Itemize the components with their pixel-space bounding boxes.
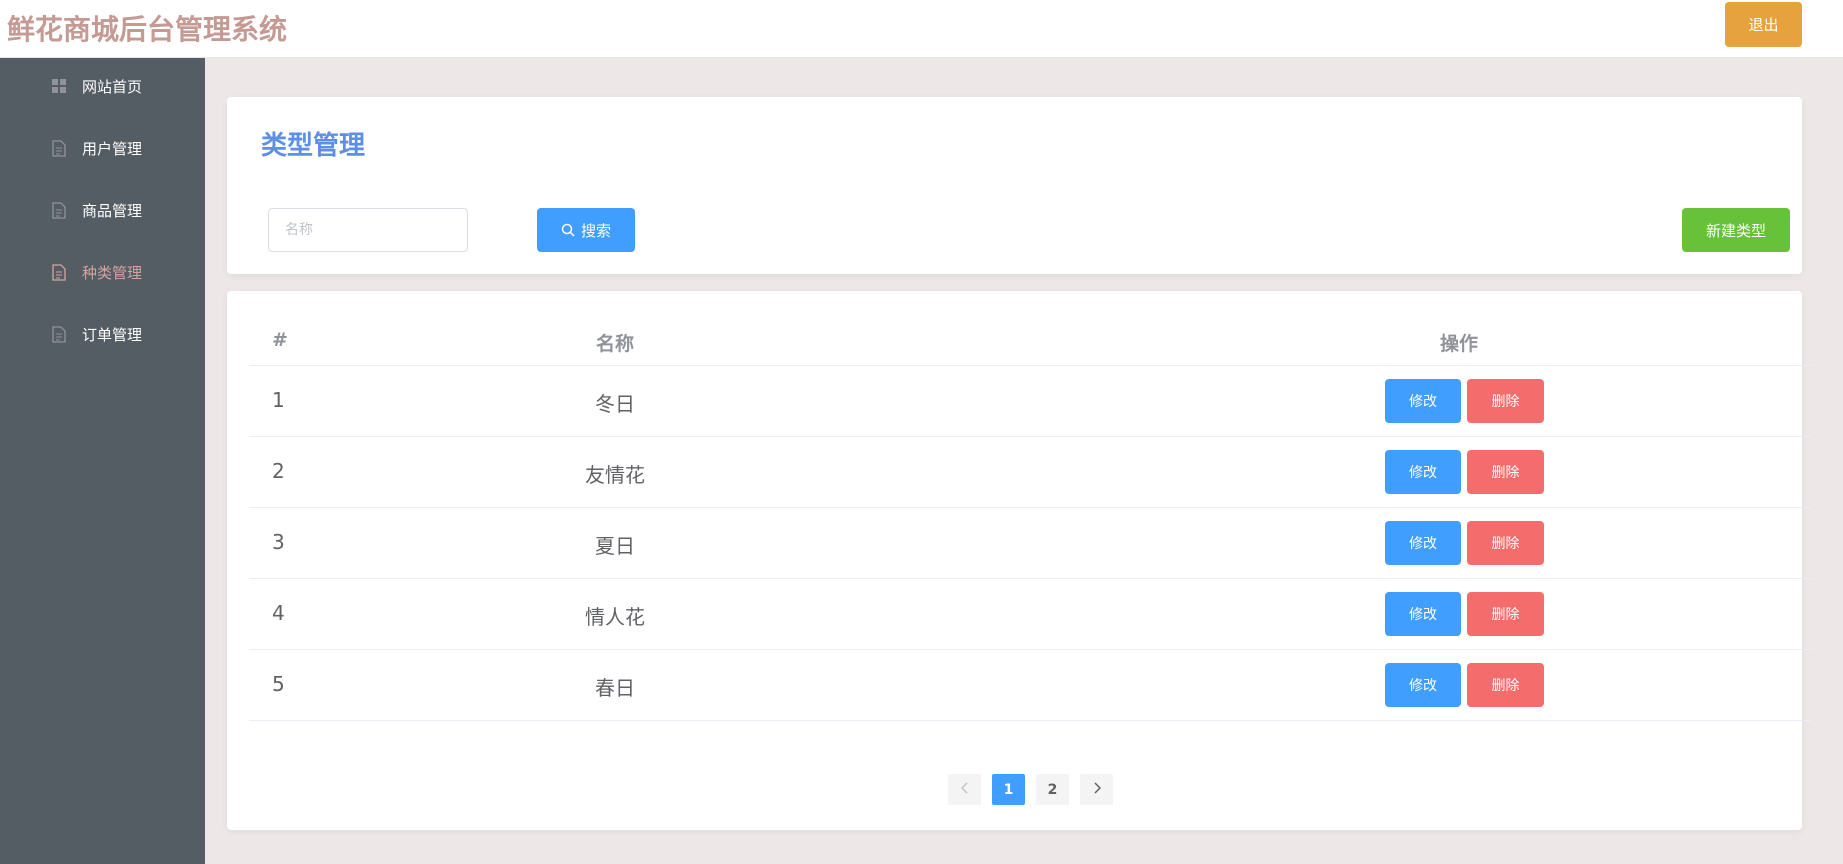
edit-button[interactable]: 修改: [1385, 663, 1461, 707]
sidebar-item-products[interactable]: 商品管理: [0, 182, 205, 238]
row-name: 情人花: [585, 605, 645, 629]
pagination: 1 2: [948, 774, 1124, 805]
page-number[interactable]: 2: [1036, 774, 1069, 805]
sidebar: 网站首页 用户管理 商品管理 种类管理 订单管理: [0, 58, 205, 864]
edit-button[interactable]: 修改: [1385, 521, 1461, 565]
row-index: 4: [272, 601, 285, 625]
table-row: 1 冬日 修改 删除: [249, 366, 1812, 437]
search-input[interactable]: [268, 208, 468, 252]
sidebar-item-home[interactable]: 网站首页: [0, 58, 205, 114]
delete-button[interactable]: 删除: [1467, 379, 1544, 423]
table-row: 4 情人花 修改 删除: [249, 579, 1812, 650]
sidebar-item-orders[interactable]: 订单管理: [0, 306, 205, 362]
app-title: 鲜花商城后台管理系统: [7, 13, 288, 46]
edit-button[interactable]: 修改: [1385, 592, 1461, 636]
prev-page-button[interactable]: [948, 774, 981, 805]
delete-button[interactable]: 删除: [1467, 521, 1544, 565]
logout-button[interactable]: 退出: [1725, 2, 1802, 47]
table-header: # 名称 操作: [249, 311, 1812, 366]
sidebar-item-label: 网站首页: [82, 77, 143, 96]
table-row: 2 友情花 修改 删除: [249, 437, 1812, 508]
row-index: 1: [272, 388, 285, 412]
row-name: 冬日: [595, 392, 635, 416]
row-index: 5: [272, 672, 285, 696]
page-title: 类型管理: [261, 131, 366, 161]
sidebar-item-users[interactable]: 用户管理: [0, 120, 205, 176]
document-icon: [50, 201, 68, 219]
page-number[interactable]: 1: [992, 774, 1025, 805]
column-header-name: 名称: [595, 333, 634, 355]
column-header-actions: 操作: [1439, 333, 1478, 355]
sidebar-item-categories[interactable]: 种类管理: [0, 244, 205, 300]
new-category-button[interactable]: 新建类型: [1682, 208, 1790, 252]
chevron-left-icon: [960, 781, 969, 798]
delete-button[interactable]: 删除: [1467, 592, 1544, 636]
document-icon: [50, 325, 68, 343]
row-index: 3: [272, 530, 285, 554]
table-card: # 名称 操作 1 冬日 修改 删除 2 友情花 修改 删除 3 夏日 修改 删…: [227, 291, 1812, 830]
delete-button[interactable]: 删除: [1467, 663, 1544, 707]
row-index: 2: [272, 459, 285, 483]
table-row: 5 春日 修改 删除: [249, 650, 1812, 721]
edit-button[interactable]: 修改: [1385, 379, 1461, 423]
chevron-right-icon: [1093, 781, 1101, 798]
search-icon: [561, 223, 575, 237]
document-icon: [50, 263, 68, 281]
sidebar-item-label: 用户管理: [82, 139, 143, 158]
sidebar-item-label: 种类管理: [82, 263, 143, 282]
document-icon: [50, 139, 68, 157]
row-name: 春日: [595, 676, 635, 700]
search-button-label: 搜索: [580, 221, 611, 240]
toolbar-card: 类型管理 搜索 新建类型: [227, 97, 1802, 274]
row-name: 友情花: [585, 463, 645, 487]
edit-button[interactable]: 修改: [1385, 450, 1461, 494]
delete-button[interactable]: 删除: [1467, 450, 1544, 494]
category-table: # 名称 操作 1 冬日 修改 删除 2 友情花 修改 删除 3 夏日 修改 删…: [249, 311, 1812, 721]
top-header: 鲜花商城后台管理系统 退出: [0, 0, 1843, 58]
table-row: 3 夏日 修改 删除: [249, 508, 1812, 579]
grid-icon: [50, 77, 68, 95]
next-page-button[interactable]: [1080, 774, 1113, 805]
search-button[interactable]: 搜索: [537, 208, 635, 252]
sidebar-item-label: 商品管理: [82, 201, 143, 220]
row-name: 夏日: [595, 534, 635, 558]
column-header-index: #: [272, 329, 288, 351]
sidebar-item-label: 订单管理: [82, 325, 143, 344]
